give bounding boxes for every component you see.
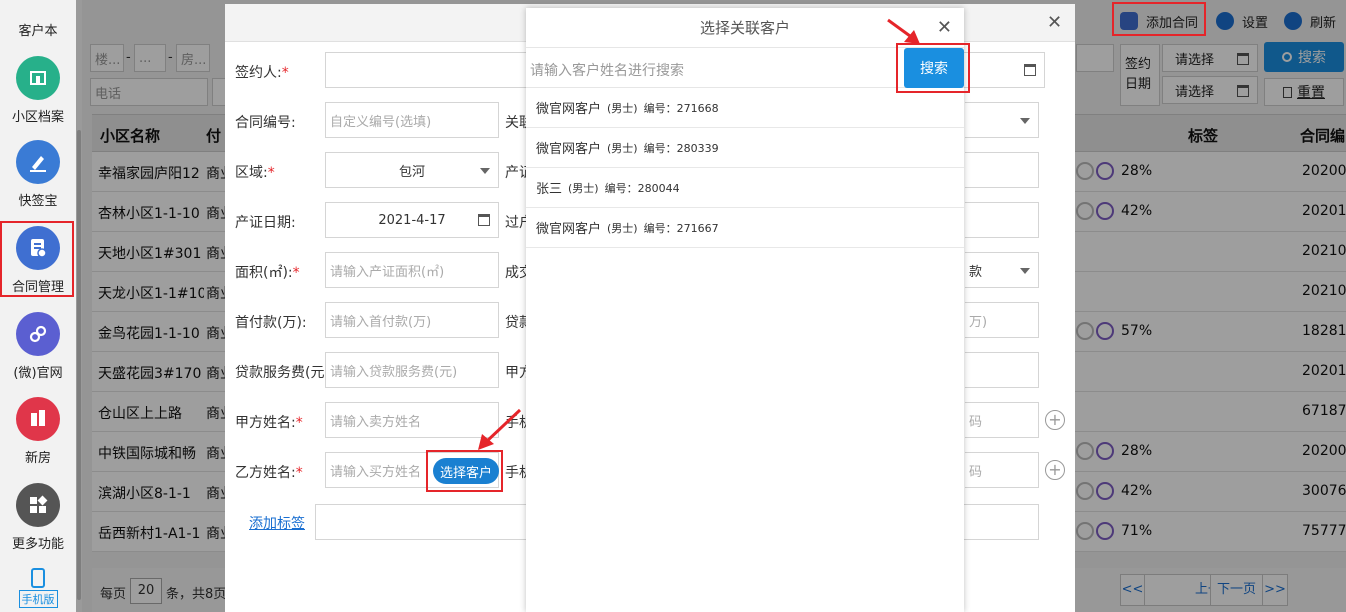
customer-list-item[interactable]: 微官网客户 (男士) 编号：280339: [526, 128, 964, 168]
sidebar-item-label: 小区档案: [11, 110, 64, 125]
loan-fee-field[interactable]: 请输入贷款服务费(元): [325, 352, 499, 388]
party-a-phone-tail: 码: [969, 414, 983, 430]
customer-id: 编号：271667: [643, 221, 719, 235]
select-customer-modal: 选择关联客户 ✕ 请输入客户姓名进行搜索 搜索 微官网客户 (男士) 编号：27…: [526, 8, 970, 612]
region-label-text: 区域:: [235, 165, 268, 181]
party-b-name-label: 乙方姓名:*: [235, 465, 303, 481]
cert-date-label: 产证日期:: [235, 215, 296, 231]
customer-name: 微官网客户: [536, 222, 602, 237]
customer-gender: (男士): [568, 181, 599, 195]
customer-id: 编号：280339: [643, 141, 719, 155]
highlight-search-button: [896, 43, 970, 93]
house-icon: [16, 397, 60, 441]
region-value: 包河: [398, 164, 425, 180]
sidebar-item-new-house[interactable]: 新房: [0, 397, 76, 466]
highlight-select-customer: [426, 450, 503, 492]
party-a-name-field[interactable]: 请输入卖方姓名: [325, 402, 499, 438]
customer-search-input[interactable]: 请输入客户姓名进行搜索: [530, 60, 684, 80]
customer-gender: (男士): [607, 141, 638, 155]
region-label: 区域:*: [235, 165, 275, 181]
contract-no-label: 合同编号:: [235, 115, 296, 131]
calendar-icon: [1024, 64, 1036, 76]
cert-field[interactable]: [965, 152, 1039, 188]
sidebar-item-customer-book[interactable]: 客户本: [0, 0, 76, 39]
sidebar-item-label: 手机版: [18, 590, 58, 608]
down-payment-label: 首付款(万):: [235, 315, 307, 331]
arrow-to-search-button: [887, 18, 920, 44]
signer-label: 签约人:*: [235, 65, 289, 81]
highlight-add-contract: [1112, 2, 1206, 36]
cert-date-value: 2021-4-17: [378, 212, 446, 228]
customer-name: 张三: [536, 182, 563, 197]
related-select[interactable]: [965, 102, 1039, 138]
sidebar-item-label: 快签宝: [18, 194, 58, 209]
add-party-a-icon[interactable]: +: [1045, 410, 1065, 430]
close-icon[interactable]: ✕: [1047, 12, 1062, 33]
customer-name: 微官网客户: [536, 102, 602, 117]
phone-icon: [31, 568, 45, 588]
customer-id: 编号：280044: [604, 181, 680, 195]
left-sidebar: 客户本 小区档案 快签宝 合同管理 (微)官网 新房 更多功能 手机版: [0, 0, 76, 612]
contract-no-placeholder: 自定义编号(选填): [330, 114, 432, 130]
chevron-down-icon: [1020, 268, 1030, 274]
loan-fee-label: 贷款服务费(元):: [235, 365, 335, 381]
down-payment-field[interactable]: 请输入首付款(万): [325, 302, 499, 338]
customer-list-item[interactable]: 微官网客户 (男士) 编号：271668: [526, 88, 964, 128]
chevron-down-icon: [1020, 118, 1030, 124]
loan-field[interactable]: 万): [965, 302, 1039, 338]
grid-icon: [16, 483, 60, 527]
calendar-icon: [478, 214, 490, 226]
deal-select[interactable]: 款: [965, 252, 1039, 288]
party-a-name-label: 甲方姓名:*: [235, 415, 303, 431]
signer-label-text: 签约人:: [235, 65, 282, 81]
pen-icon: [16, 140, 60, 184]
area-label-text: 面积(㎡):: [235, 265, 293, 281]
sidebar-item-label: 客户本: [18, 24, 58, 39]
deal-tail: 款: [969, 264, 983, 280]
cert-date-field[interactable]: 2021-4-17: [325, 202, 499, 238]
sidebar-item-community-archive[interactable]: 小区档案: [0, 56, 76, 125]
customer-gender: (男士): [607, 221, 638, 235]
loan-tail: 万): [969, 314, 988, 330]
highlight-contract-menu: [0, 221, 74, 297]
chevron-down-icon: [480, 168, 490, 174]
party-a-field[interactable]: [965, 352, 1039, 388]
party-b-phone-tail: 码: [969, 464, 983, 480]
contract-no-field[interactable]: 自定义编号(选填): [325, 102, 499, 138]
add-tag-link[interactable]: 添加标签: [249, 513, 305, 533]
customer-list-item[interactable]: 微官网客户 (男士) 编号：271667: [526, 208, 964, 248]
sidebar-item-label: 更多功能: [11, 537, 64, 552]
arrow-to-select-customer: [478, 408, 522, 450]
party-b-phone-field[interactable]: 码: [965, 452, 1039, 488]
transfer-field[interactable]: [965, 202, 1039, 238]
building-icon: [16, 56, 60, 100]
down-payment-placeholder: 请输入首付款(万): [330, 314, 432, 330]
customer-name: 微官网客户: [536, 142, 602, 157]
area-field[interactable]: 请输入产证面积(㎡): [325, 252, 499, 288]
modal-title: 选择关联客户: [699, 19, 790, 37]
customer-id: 编号：271668: [643, 101, 719, 115]
party-a-phone-field[interactable]: 码: [965, 402, 1039, 438]
link-icon: [16, 312, 60, 356]
area-placeholder: 请输入产证面积(㎡): [330, 264, 445, 280]
customer-gender: (男士): [607, 101, 638, 115]
area-label: 面积(㎡):*: [235, 265, 300, 281]
sidebar-item-more-features[interactable]: 更多功能: [0, 483, 76, 552]
customer-list-item[interactable]: 张三 (男士) 编号：280044: [526, 168, 964, 208]
sidebar-item-label: (微)官网: [13, 366, 63, 381]
sidebar-item-label: 新房: [24, 451, 51, 466]
sidebar-scrollbar[interactable]: [77, 130, 81, 600]
loan-fee-placeholder: 请输入贷款服务费(元): [330, 364, 458, 380]
sidebar-item-mobile[interactable]: 手机版: [0, 568, 76, 608]
close-icon[interactable]: ✕: [937, 8, 952, 48]
sidebar-item-quick-sign[interactable]: 快签宝: [0, 140, 76, 209]
party-a-name-placeholder: 请输入卖方姓名: [330, 414, 422, 430]
party-b-name-placeholder: 请输入买方姓名: [330, 464, 422, 480]
sidebar-item-official-site[interactable]: (微)官网: [0, 312, 76, 381]
party-a-name-label-text: 甲方姓名:: [235, 415, 296, 431]
party-b-name-label-text: 乙方姓名:: [235, 465, 296, 481]
region-select[interactable]: 包河: [325, 152, 499, 188]
add-party-b-icon[interactable]: +: [1045, 460, 1065, 480]
